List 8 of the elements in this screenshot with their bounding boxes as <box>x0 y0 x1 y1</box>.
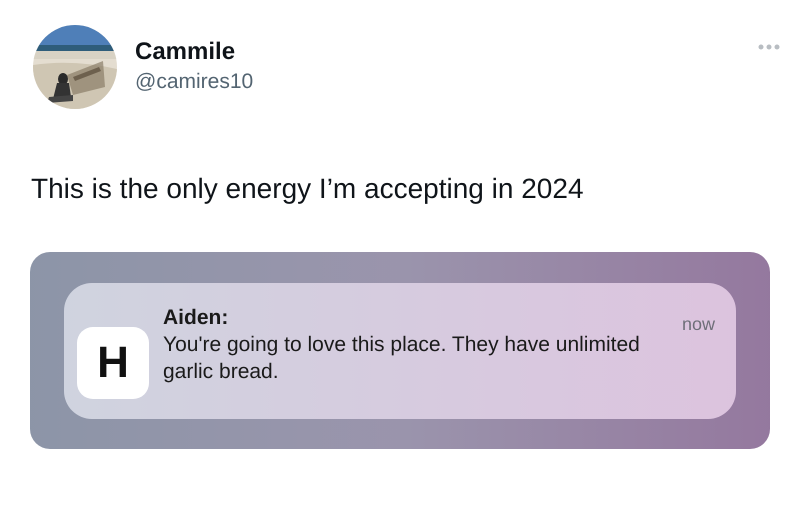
author-name: Cammile <box>135 37 236 67</box>
app-icon: H <box>77 326 149 398</box>
notification-message: You're going to love this place. They have unlimited garlic bread. <box>163 332 641 384</box>
sender-name: Aiden: <box>163 304 230 330</box>
more-icon[interactable] <box>758 44 780 50</box>
notification-time: now <box>682 312 715 336</box>
author-handle: @camires10 <box>135 69 254 95</box>
tweet-text: This is the only energy I’m accepting in 2024 <box>31 172 585 206</box>
